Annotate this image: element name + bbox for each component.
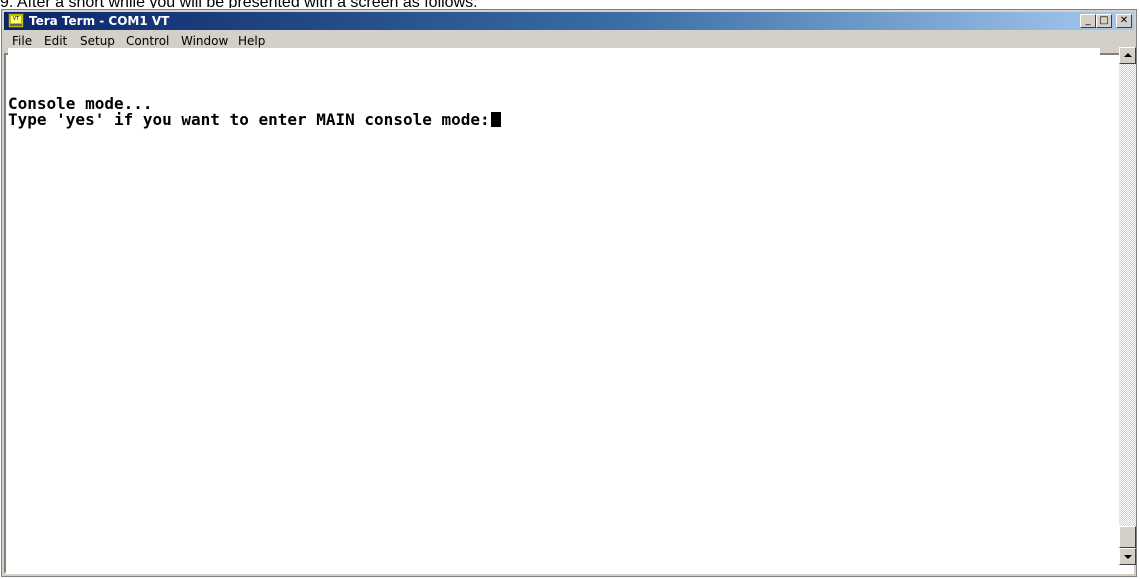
terminal-line-2: Type 'yes' if you want to enter MAIN con… [8,112,501,128]
window-title: Tera Term - COM1 VT [29,14,170,28]
scroll-down-button[interactable] [1119,548,1136,565]
arrow-up-icon [1124,53,1132,57]
maximize-button[interactable]: □ [1096,14,1112,28]
instruction-caption: 9. After a short while you will be prese… [0,0,1140,8]
tera-term-icon[interactable]: VT [8,13,24,28]
app-icon-label: VT [11,16,21,23]
arrow-down-icon [1124,555,1132,559]
terminal-screen[interactable]: Console mode... Type 'yes' if you want t… [8,48,1100,564]
text-cursor [490,112,501,127]
close-button[interactable]: ✕ [1116,14,1132,28]
minimize-button[interactable]: _ [1080,14,1096,28]
scroll-thumb[interactable] [1119,526,1136,548]
vertical-scrollbar[interactable] [1119,47,1136,565]
title-bar[interactable]: VT Tera Term - COM1 VT _ □ ✕ [4,12,1134,30]
scroll-up-button[interactable] [1119,47,1136,64]
